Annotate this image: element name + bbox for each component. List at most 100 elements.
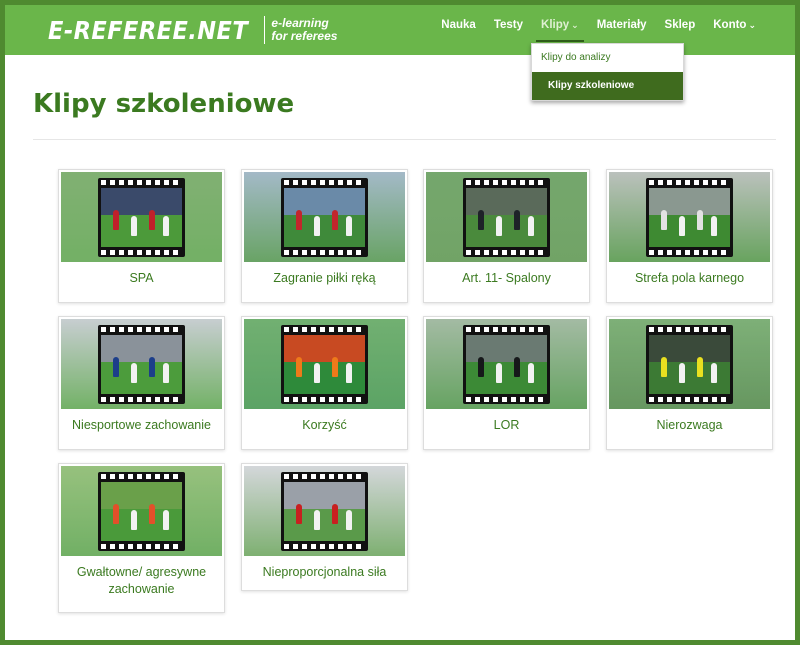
- clip-card[interactable]: Korzyść: [241, 316, 408, 450]
- player-figure: [332, 504, 338, 524]
- clip-title: Zagranie piłki ręką: [273, 271, 376, 285]
- clip-thumbnail: [426, 319, 587, 409]
- nav-label: Testy: [493, 19, 524, 31]
- player-figure: [149, 504, 155, 524]
- film-perforation: [466, 250, 547, 255]
- clip-card[interactable]: SPA: [58, 169, 225, 303]
- player-figure: [697, 357, 703, 377]
- clip-preview-image: [101, 188, 182, 247]
- site-logo[interactable]: E-REFEREE.NET e-learning for referees: [48, 13, 337, 47]
- clip-card[interactable]: Nieproporcjonalna siła: [241, 463, 408, 591]
- clip-title: LOR: [493, 418, 520, 432]
- film-perforation: [466, 327, 547, 332]
- clip-title: Gwałtowne/ agresywne zachowanie: [76, 565, 207, 596]
- player-figure: [131, 510, 137, 530]
- clip-card[interactable]: Gwałtowne/ agresywne zachowanie: [58, 463, 225, 613]
- film-perforation: [101, 544, 182, 549]
- film-perforation: [284, 180, 365, 185]
- player-figure: [296, 504, 302, 524]
- player-figure: [697, 210, 703, 230]
- logo-tagline-line-2: for referees: [271, 29, 338, 43]
- clip-thumbnail: [244, 319, 405, 409]
- clip-thumbnail: [61, 466, 222, 556]
- clip-preview-image: [101, 335, 182, 394]
- film-strip-icon: [463, 325, 550, 404]
- klipy-dropdown-menu: Klipy do analizy Klipy szkoleniowe: [531, 43, 684, 101]
- player-figure: [496, 216, 502, 236]
- player-figure: [149, 210, 155, 230]
- player-figure: [346, 363, 352, 383]
- film-perforation: [284, 544, 365, 549]
- clip-preview-image: [466, 335, 547, 394]
- player-figure: [496, 363, 502, 383]
- nav-item-testy[interactable]: Testy: [485, 5, 532, 55]
- film-strip-icon: [281, 472, 368, 551]
- film-perforation: [101, 474, 182, 479]
- player-figure: [528, 216, 534, 236]
- clip-thumbnail: [609, 319, 770, 409]
- nav-label: Konto: [713, 19, 747, 31]
- clip-card[interactable]: Strefa pola karnego: [606, 169, 773, 303]
- player-figure: [163, 216, 169, 236]
- film-strip-icon: [98, 325, 185, 404]
- film-strip-icon: [98, 178, 185, 257]
- clip-thumbnail: [609, 172, 770, 262]
- clip-preview-image: [284, 482, 365, 541]
- clip-thumbnail: [244, 172, 405, 262]
- clip-preview-image: [284, 335, 365, 394]
- player-figure: [296, 210, 302, 230]
- film-strip-icon: [646, 178, 733, 257]
- film-perforation: [101, 180, 182, 185]
- clip-thumbnail: [426, 172, 587, 262]
- clip-title: Strefa pola karnego: [634, 271, 745, 285]
- player-figure: [661, 210, 667, 230]
- film-strip-icon: [463, 178, 550, 257]
- player-figure: [163, 363, 169, 383]
- clip-card[interactable]: Nierozwaga: [606, 316, 773, 450]
- player-figure: [113, 357, 119, 377]
- chevron-down-icon: ⌄: [748, 20, 756, 30]
- film-perforation: [649, 250, 730, 255]
- menu-item-klipy-do-analizy[interactable]: Klipy do analizy: [532, 44, 683, 72]
- film-perforation: [649, 180, 730, 185]
- clip-card[interactable]: Zagranie piłki ręką: [241, 169, 408, 303]
- clip-title: Korzyść: [302, 418, 347, 432]
- clip-card[interactable]: Art. 11- Spalony: [423, 169, 590, 303]
- film-perforation: [284, 397, 365, 402]
- player-figure: [679, 363, 685, 383]
- clip-card[interactable]: LOR: [423, 316, 590, 450]
- film-perforation: [466, 180, 547, 185]
- film-perforation: [101, 250, 182, 255]
- clip-preview-image: [649, 335, 730, 394]
- clip-title: SPA: [129, 271, 154, 285]
- player-figure: [346, 216, 352, 236]
- nav-item-konto[interactable]: Konto ⌄: [704, 5, 765, 55]
- player-figure: [528, 363, 534, 383]
- player-figure: [332, 210, 338, 230]
- film-strip-icon: [98, 472, 185, 551]
- clip-preview-image: [466, 188, 547, 247]
- player-figure: [296, 357, 302, 377]
- film-perforation: [284, 327, 365, 332]
- clip-title: Nierozwaga: [656, 418, 723, 432]
- player-figure: [332, 357, 338, 377]
- player-figure: [131, 363, 137, 383]
- nav-item-nauka[interactable]: Nauka: [432, 5, 485, 55]
- clip-title: Nieproporcjonalna siła: [262, 565, 387, 579]
- logo-tagline: e-learning for referees: [271, 17, 337, 43]
- chevron-down-icon: ⌄: [571, 20, 579, 30]
- nav-label: Nauka: [441, 19, 476, 31]
- clip-thumbnail: [244, 466, 405, 556]
- logo-divider: [264, 16, 266, 44]
- film-perforation: [466, 397, 547, 402]
- clip-card[interactable]: Niesportowe zachowanie: [58, 316, 225, 450]
- player-figure: [514, 210, 520, 230]
- player-figure: [478, 210, 484, 230]
- clip-thumbnail: [61, 172, 222, 262]
- player-figure: [131, 216, 137, 236]
- film-perforation: [649, 397, 730, 402]
- film-perforation: [101, 327, 182, 332]
- menu-item-klipy-szkoleniowe[interactable]: Klipy szkoleniowe: [532, 72, 683, 100]
- clip-preview-image: [649, 188, 730, 247]
- player-figure: [478, 357, 484, 377]
